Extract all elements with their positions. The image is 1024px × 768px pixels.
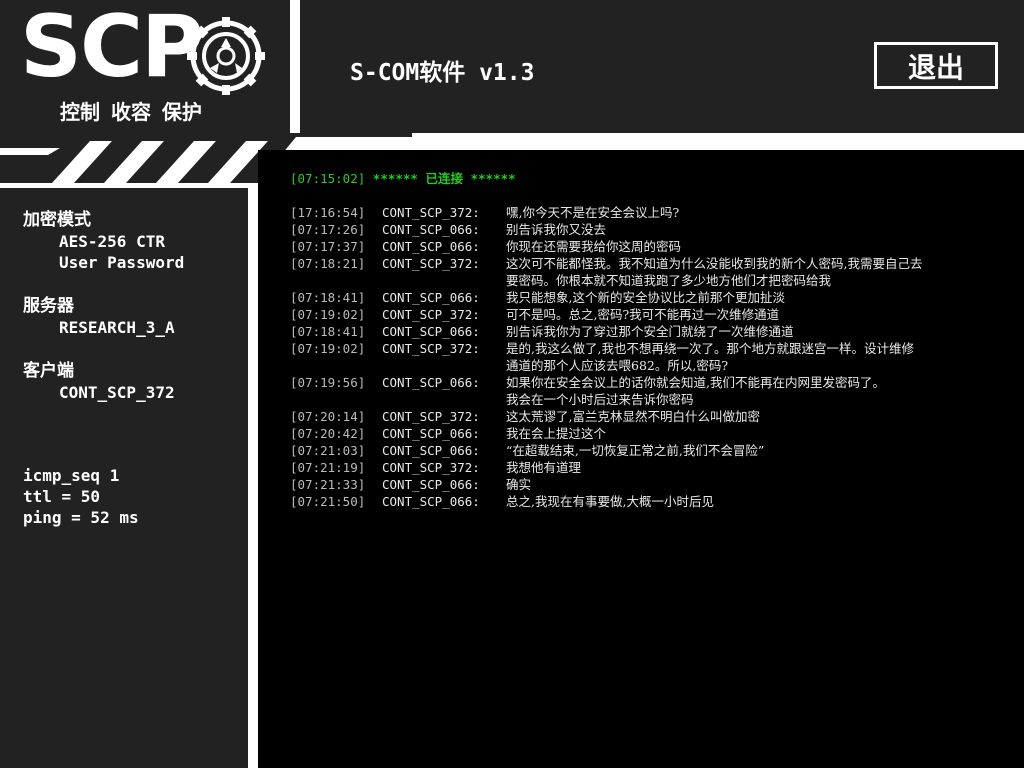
ttl: ttl = 50 [23,487,101,506]
message-timestamp: [07:18:41] [290,290,366,305]
server-value: RESEARCH_3_A [59,318,175,337]
message-timestamp: [07:18:41] [290,324,366,339]
message-timestamp: [07:21:50] [290,494,366,509]
message-timestamp: [17:16:54] [290,205,366,220]
message-timestamp: [07:17:37] [290,239,366,254]
message-row: [07:17:37] CONT_SCP_066: 你现在还需要我给你这周的密码 [290,238,1010,255]
client-section: 客户端 CONT_SCP_372 [23,361,175,403]
message-row: [07:21:19] CONT_SCP_372: 我想他有道理 [290,459,1010,476]
message-timestamp: [07:21:19] [290,460,366,475]
message-row: [17:16:54] CONT_SCP_372: 嘿,你今天不是在安全会议上吗? [290,204,1010,221]
message-row: [07:21:50] CONT_SCP_066: 总之,我现在有事要做,大概一小时后… [290,493,1010,510]
encryption-value-cipher: AES-256 CTR [59,232,165,251]
app-title: S-COM软件 v1.3 [350,60,535,86]
message-text: 总之,我现在有事要做,大概一小时后见 [506,494,714,509]
exit-button[interactable]: 退出 [874,42,998,89]
message-timestamp: [07:21:03] [290,443,366,458]
message-sender: CONT_SCP_372: [382,307,480,322]
message-sender: CONT_SCP_372: [382,409,480,424]
message-sender: CONT_SCP_066: [382,426,480,441]
message-sender: CONT_SCP_066: [382,324,480,339]
message-text: 我想他有道理 [506,460,582,475]
message-sender: CONT_SCP_372: [382,256,480,271]
message-text: “在超载结束,一切恢复正常之前,我们不会冒险” [506,443,765,458]
message-row: [07:21:03] CONT_SCP_066: “在超载结束,一切恢复正常之前,我… [290,442,1010,459]
message-text: 嘿,你今天不是在安全会议上吗? [506,205,680,220]
message-text: 可不是吗。总之,密码?我可不能再过一次维修通道 [506,307,780,322]
message-sender: CONT_SCP_372: [382,460,480,475]
message-timestamp: [07:19:56] [290,375,366,390]
message-row: [07:20:14] CONT_SCP_372: 这太荒谬了,富兰克林显然不明白什么… [290,408,1010,425]
encryption-heading: 加密模式 [23,210,91,230]
message-sender: CONT_SCP_372: [382,205,480,220]
message-text: 你现在还需要我给你这周的密码 [506,239,682,254]
message-text: 确实 [506,477,532,492]
chat-log: [07:15:02] ****** 已连接 ****** [17:16:54] C… [290,170,1010,510]
status-timestamp: [07:15:02] [290,171,366,186]
message-text: 别告诉我你又没去 [506,222,607,237]
scp-foundation-emblem-icon [186,16,266,100]
message-timestamp: [07:21:33] [290,477,366,492]
server-section: 服务器 RESEARCH_3_A [23,296,175,338]
message-row: [07:19:02] CONT_SCP_372: 是的,我这么做了,我也不想再绕一次… [290,340,1010,374]
message-sender: CONT_SCP_066: [382,494,480,509]
message-sender: CONT_SCP_066: [382,222,480,237]
message-row: [07:19:56] CONT_SCP_066: 如果你在安全会议上的话你就会知道,… [290,374,1010,408]
client-heading: 客户端 [23,361,74,381]
message-sender: CONT_SCP_066: [382,290,480,305]
message-row: [07:21:33] CONT_SCP_066: 确实 [290,476,1010,493]
client-value: CONT_SCP_372 [59,383,175,402]
message-text: 我在会上提过这个 [506,426,607,441]
message-text: 我只能想象,这个新的安全协议比之前那个更加扯淡 [506,290,785,305]
connection-status: [07:15:02] ****** 已连接 ****** [290,170,1010,187]
message-timestamp: [07:18:21] [290,256,366,271]
server-heading: 服务器 [23,296,74,316]
message-row: [07:17:26] CONT_SCP_066: 别告诉我你又没去 [290,221,1010,238]
message-text: 是的,我这么做了,我也不想再绕一次了。那个地方就跟迷宫一样。设计维修 通道的那个… [506,341,914,373]
encryption-section: 加密模式 AES-256 CTR User Password [23,210,184,273]
message-sender: CONT_SCP_066: [382,375,480,390]
message-text: 别告诉我你为了穿过那个安全门就绕了一次维修通道 [506,324,794,339]
message-sender: CONT_SCP_066: [382,239,480,254]
message-text: 如果你在安全会议上的话你就会知道,我们不能再在内网里发密码了。 我会在一个小时后… [506,375,885,407]
encryption-value-password: User Password [59,253,185,272]
message-timestamp: [07:20:14] [290,409,366,424]
message-text: 这太荒谬了,富兰克林显然不明白什么叫做加密 [506,409,760,424]
message-sender: CONT_SCP_066: [382,443,480,458]
message-row: [07:18:41] CONT_SCP_066: 别告诉我你为了穿过那个安全门就绕了… [290,323,1010,340]
message-row: [07:19:02] CONT_SCP_372: 可不是吗。总之,密码?我可不能再过… [290,306,1010,323]
logo-panel: SCP 控制 收容 保护 [0,0,290,133]
message-row: [07:18:21] CONT_SCP_372: 这次可不能都怪我。我不知道为什么没… [290,255,1010,289]
message-sender: CONT_SCP_372: [382,341,480,356]
ping: ping = 52 ms [23,508,139,527]
message-row: [07:18:41] CONT_SCP_066: 我只能想象,这个新的安全协议比之前… [290,289,1010,306]
logo-text: SCP [20,0,204,97]
tagline: 控制 收容 保护 [60,100,202,124]
icmp-seq: icmp_seq 1 [23,466,120,485]
message-sender: CONT_SCP_066: [382,477,480,492]
message-timestamp: [07:20:42] [290,426,366,441]
status-text: ****** 已连接 ****** [372,171,516,186]
message-timestamp: [07:19:02] [290,341,366,356]
message-list: [17:16:54] CONT_SCP_372: 嘿,你今天不是在安全会议上吗? [0… [290,204,1010,510]
message-timestamp: [07:17:26] [290,222,366,237]
message-row: [07:20:42] CONT_SCP_066: 我在会上提过这个 [290,425,1010,442]
message-text: 这次可不能都怪我。我不知道为什么没能收到我的新个人密码,我需要自己去 要密码。你… [506,256,923,288]
network-stats: icmp_seq 1 ttl = 50 ping = 52 ms [23,465,139,528]
message-timestamp: [07:19:02] [290,307,366,322]
